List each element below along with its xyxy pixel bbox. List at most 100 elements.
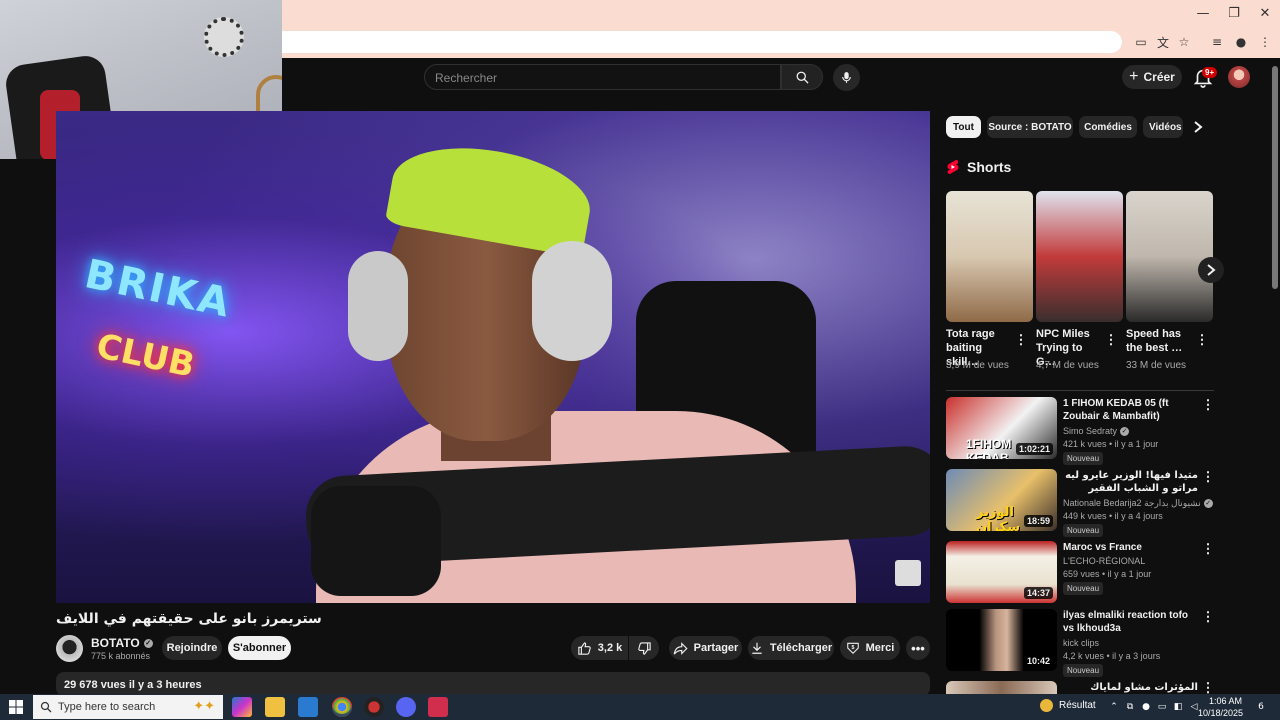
recommendation-menu-3[interactable]: ⋮ bbox=[1202, 541, 1215, 556]
notification-center-icon[interactable]: 6 bbox=[1252, 701, 1270, 713]
video-duration: 18:59 bbox=[1023, 515, 1053, 527]
short-thumbnail-1[interactable] bbox=[946, 191, 1033, 322]
headphone-left bbox=[348, 251, 408, 361]
new-badge: Nouveau bbox=[1063, 582, 1104, 595]
short-thumbnail-2[interactable] bbox=[1036, 191, 1123, 322]
recommendation-meta-1: 421 k vues • il y a 1 jour bbox=[1063, 439, 1159, 449]
recommendation-channel-2[interactable]: Nationale Bedarija2 نشيونال بدارجة ✓ bbox=[1063, 498, 1213, 509]
search-input[interactable]: Rechercher bbox=[424, 64, 781, 90]
recommendation-channel-4[interactable]: kick clips bbox=[1063, 638, 1099, 648]
channel-label: Nationale Bedarija2 نشيونال بدارجة bbox=[1063, 498, 1201, 508]
more-actions-button[interactable]: ••• bbox=[906, 636, 930, 660]
shorts-heading-label: Shorts bbox=[967, 159, 1012, 175]
discord-icon[interactable] bbox=[396, 697, 416, 717]
shorts-heading: Shorts bbox=[946, 159, 1011, 175]
recommendation-title-1[interactable]: 1 FIHOM KEDAB 05 (ft Zoubair & Mambafit) bbox=[1063, 397, 1198, 423]
voice-search-button[interactable] bbox=[833, 64, 860, 91]
close-window-button[interactable]: ✕ bbox=[1250, 0, 1280, 27]
channel-name-label: BOTATO bbox=[91, 636, 140, 650]
recommendation-thumbnail-3[interactable]: 14:37 bbox=[946, 541, 1057, 603]
channel-avatar[interactable] bbox=[56, 635, 83, 662]
notification-count-badge: 9+ bbox=[1202, 67, 1218, 78]
network-icon[interactable]: ◧ bbox=[1172, 701, 1184, 713]
cast-icon[interactable]: ▭ bbox=[1132, 33, 1150, 51]
taskbar-search-input[interactable]: Type here to search ✦✦ bbox=[33, 695, 223, 719]
recommendation-menu-1[interactable]: ⋮ bbox=[1202, 397, 1215, 412]
recommendation-thumbnail-5[interactable] bbox=[946, 681, 1057, 694]
tray-app-icon[interactable]: ⧉ bbox=[1124, 701, 1136, 713]
weather-widget[interactable]: Résultat bbox=[1040, 699, 1096, 712]
channel-watermark[interactable] bbox=[895, 560, 921, 586]
recommendation-thumbnail-1[interactable]: 1FIHOM KEDAB 1:02:21 bbox=[946, 397, 1057, 459]
shorts-next-button[interactable] bbox=[1198, 257, 1224, 283]
subscribe-button[interactable]: S'abonner bbox=[228, 636, 291, 660]
windows-icon bbox=[9, 700, 23, 714]
description-box[interactable]: 29 678 vues il y a 3 heures bbox=[56, 672, 930, 696]
recommendation-channel-3[interactable]: L'ECHO-RÉGIONAL bbox=[1063, 556, 1145, 566]
account-avatar[interactable] bbox=[1228, 66, 1250, 88]
new-badge: Nouveau bbox=[1063, 664, 1104, 677]
recommendation-title-2[interactable]: متيدا فيها! الوزير عايرو ليه مراتو و الش… bbox=[1063, 469, 1198, 495]
file-explorer-icon[interactable] bbox=[265, 697, 285, 717]
recommendation-title-4[interactable]: ilyas elmaliki reaction tofo vs lkhoud3a bbox=[1063, 609, 1198, 635]
pinned-app-icon[interactable] bbox=[428, 697, 448, 717]
minimize-button[interactable]: — bbox=[1188, 0, 1218, 27]
recommendation-title-5[interactable]: المؤثرات مشاو لماياك بلبس النعمة bbox=[1063, 681, 1198, 694]
search-button[interactable] bbox=[781, 64, 823, 90]
chip-source[interactable]: Source : BOTATO bbox=[987, 116, 1073, 138]
recommendation-menu-2[interactable]: ⋮ bbox=[1202, 469, 1215, 484]
video-duration: 14:37 bbox=[1023, 587, 1053, 599]
recommendation-thumbnail-4[interactable]: 10:42 bbox=[946, 609, 1057, 671]
verified-icon: ✓ bbox=[1203, 499, 1213, 508]
share-label: Partager bbox=[693, 642, 739, 654]
short-thumbnail-3[interactable] bbox=[1126, 191, 1213, 322]
short-menu-3[interactable]: ⋮ bbox=[1196, 332, 1209, 348]
recommendation-title-3[interactable]: Maroc vs France bbox=[1063, 541, 1198, 554]
like-button[interactable]: 3,2 k bbox=[571, 636, 628, 660]
translate-icon[interactable]: 文 bbox=[1154, 33, 1172, 51]
dislike-button[interactable] bbox=[629, 636, 659, 660]
short-views-1: 3,9 M de vues bbox=[946, 360, 1009, 371]
taskbar-search-placeholder: Type here to search bbox=[58, 701, 156, 713]
download-button[interactable]: Télécharger bbox=[748, 636, 834, 660]
taskbar-clock[interactable]: 1:06 AM 10/18/2025 bbox=[1198, 695, 1243, 719]
chip-comedies[interactable]: Comédies bbox=[1079, 116, 1137, 138]
chevron-right-icon bbox=[1194, 121, 1203, 133]
tray-mic-icon[interactable]: ● bbox=[1140, 701, 1152, 713]
thanks-button[interactable]: $ Merci bbox=[840, 636, 900, 660]
scrollbar-thumb[interactable] bbox=[1272, 66, 1278, 289]
address-bar[interactable] bbox=[282, 31, 1122, 53]
join-button[interactable]: Rejoindre bbox=[162, 636, 222, 660]
short-menu-1[interactable]: ⋮ bbox=[1015, 332, 1028, 348]
restore-button[interactable]: ❐ bbox=[1219, 0, 1249, 27]
tray-chevron-icon[interactable]: ⌃ bbox=[1108, 701, 1120, 713]
media-control-icon[interactable]: ≡ bbox=[1208, 33, 1226, 51]
start-button[interactable] bbox=[0, 694, 32, 720]
chip-all[interactable]: Tout bbox=[946, 116, 981, 138]
recommendation-meta-3: 659 vues • il y a 1 jour bbox=[1063, 569, 1152, 579]
bookmark-star-icon[interactable]: ☆ bbox=[1175, 33, 1193, 51]
chips-next-button[interactable] bbox=[1190, 119, 1206, 135]
recommendation-menu-4[interactable]: ⋮ bbox=[1202, 609, 1215, 624]
copilot-icon[interactable] bbox=[232, 697, 252, 717]
section-divider bbox=[946, 390, 1214, 391]
chrome-taskbar-icon[interactable] bbox=[332, 697, 352, 717]
share-button[interactable]: Partager bbox=[669, 636, 742, 660]
channel-name[interactable]: BOTATO ✓ bbox=[91, 636, 153, 650]
recording-app-icon[interactable] bbox=[364, 697, 384, 717]
recommendation-menu-5[interactable]: ⋮ bbox=[1202, 680, 1215, 695]
browser-menu-icon[interactable]: ⋮ bbox=[1256, 33, 1274, 51]
create-button[interactable]: + Créer bbox=[1122, 65, 1182, 89]
profile-icon[interactable]: ● bbox=[1232, 33, 1250, 51]
chip-videos[interactable]: Vidéos bbox=[1143, 116, 1183, 138]
recommendation-thumbnail-2[interactable]: الوزير سكران 18:59 bbox=[946, 469, 1057, 531]
recommendation-meta-4: 4,2 k vues • il y a 3 jours bbox=[1063, 651, 1161, 661]
tray-battery-icon[interactable]: ▭ bbox=[1156, 701, 1168, 713]
short-menu-2[interactable]: ⋮ bbox=[1105, 332, 1118, 348]
store-icon[interactable] bbox=[298, 697, 318, 717]
plus-icon: + bbox=[1129, 68, 1139, 85]
channel-label: Simo Sedraty bbox=[1063, 426, 1118, 436]
short-title-3[interactable]: Speed has the best … bbox=[1126, 327, 1192, 355]
video-player[interactable]: BRIKA CLUB bbox=[56, 111, 930, 603]
recommendation-channel-1[interactable]: Simo Sedraty ✓ bbox=[1063, 426, 1130, 436]
